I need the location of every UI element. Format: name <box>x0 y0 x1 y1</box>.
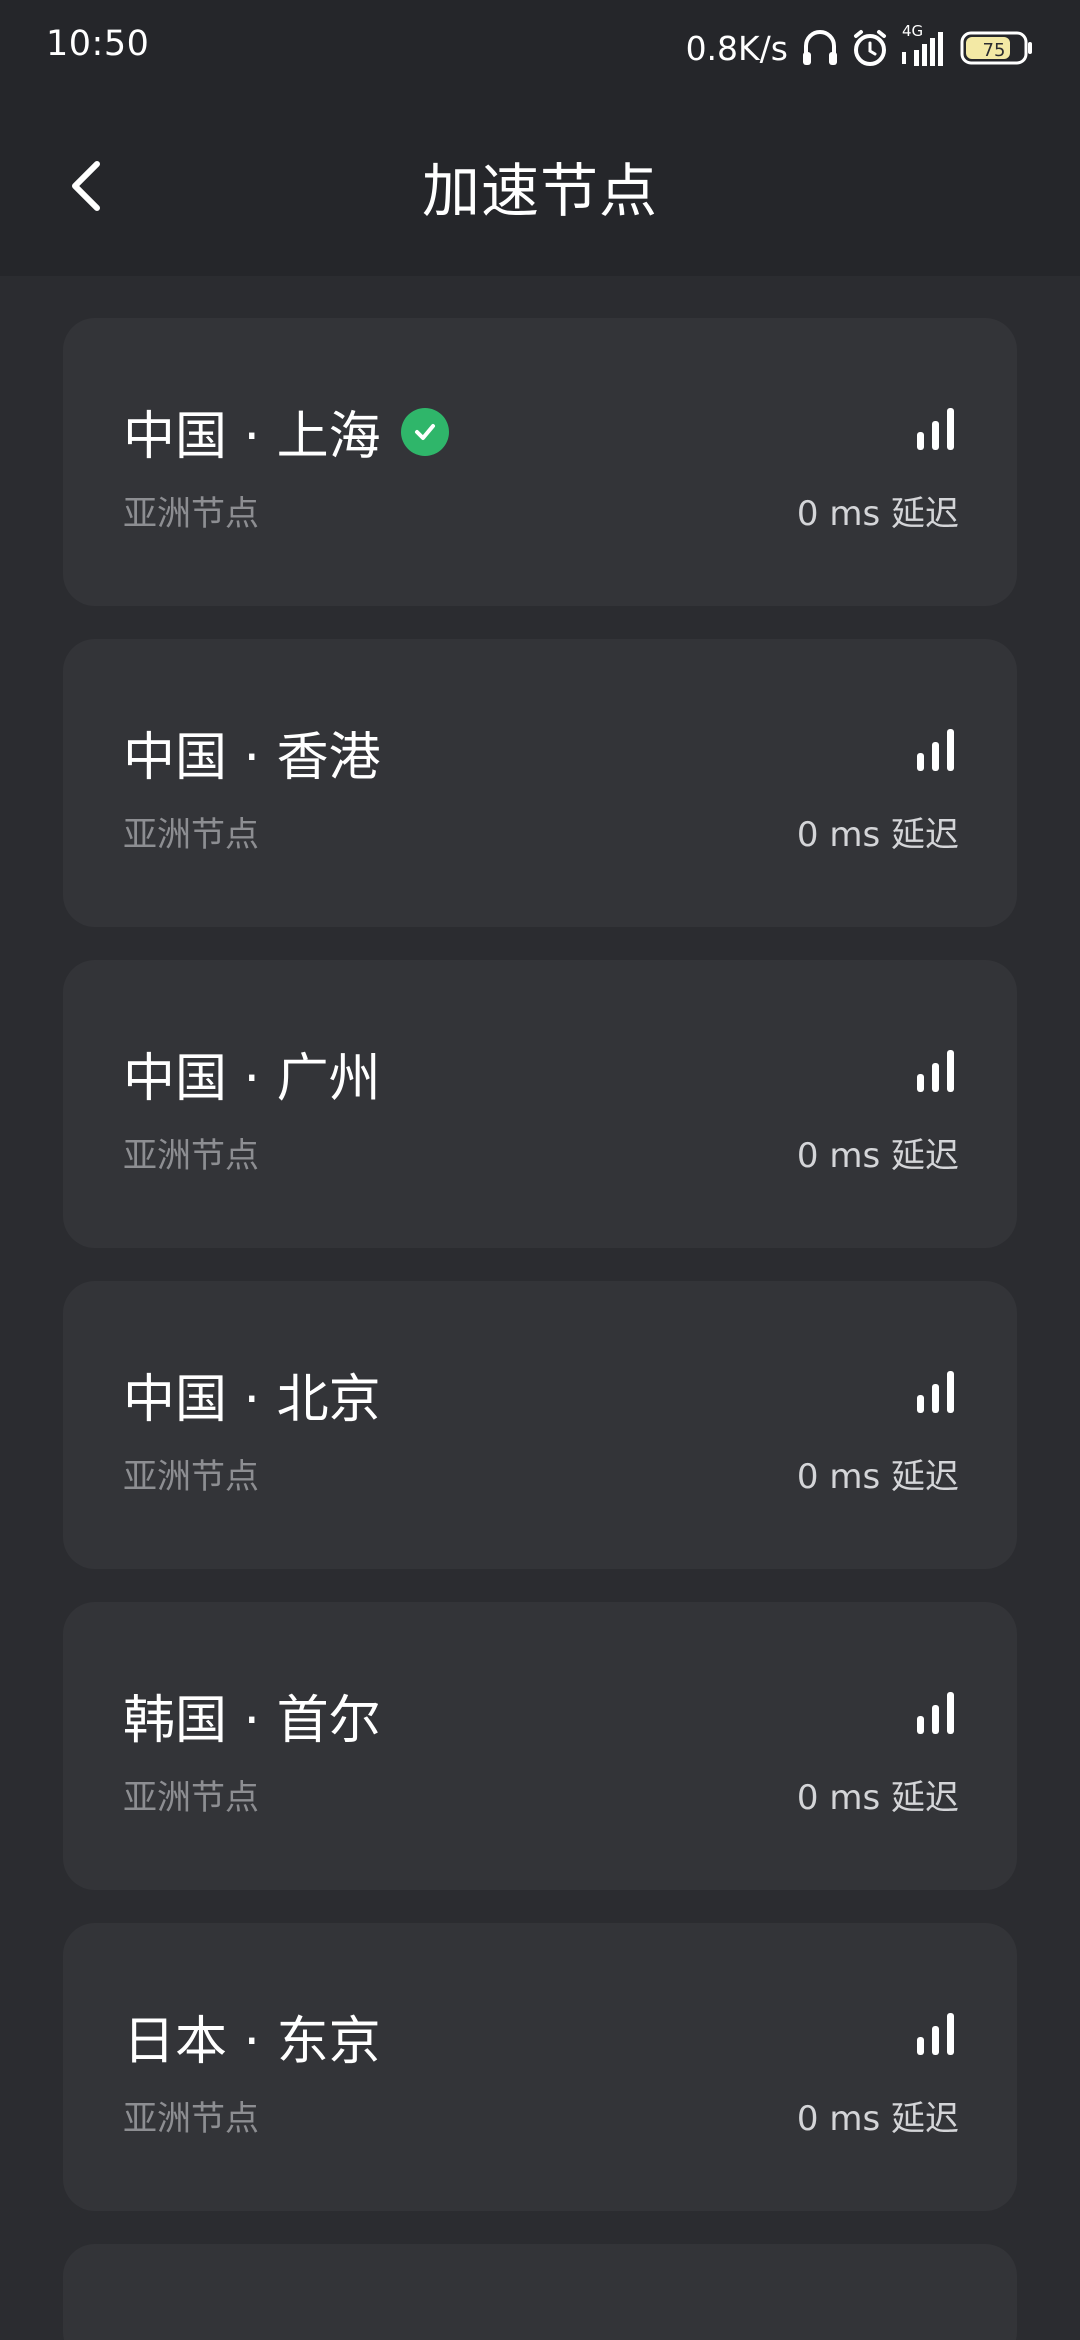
node-latency: 0 ms 延迟 <box>796 1136 959 1176</box>
node-card-guangzhou[interactable]: 中国 · 广州 亚洲节点 0 ms 延迟 <box>63 960 1017 1248</box>
node-name: 中国 · 上海 <box>123 407 381 467</box>
node-name: 日本 · 东京 <box>123 2012 381 2072</box>
node-latency: 0 ms 延迟 <box>796 815 959 855</box>
node-region: 亚洲节点 <box>123 1136 259 1176</box>
node-latency: 0 ms 延迟 <box>796 494 959 534</box>
selected-check-icon <box>400 407 449 456</box>
status-icons: 0.8K/s 4G 75 <box>686 22 1034 74</box>
net-speed: 0.8K/s <box>685 28 788 68</box>
node-latency: 0 ms 延迟 <box>796 1778 959 1818</box>
node-name: 中国 · 香港 <box>123 728 381 788</box>
node-name-row: 韩国 · 首尔 <box>123 1678 381 1753</box>
node-name-row: 中国 · 香港 <box>123 715 381 790</box>
header: 加速节点 <box>0 96 1080 276</box>
status-bar: 10:50 0.8K/s 4G 75 <box>0 0 1080 96</box>
alarm-icon <box>850 26 890 70</box>
node-card-hongkong[interactable]: 中国 · 香港 亚洲节点 0 ms 延迟 <box>63 639 1017 927</box>
node-name-row: 日本 · 东京 <box>123 1999 381 2074</box>
node-card-beijing[interactable]: 中国 · 北京 亚洲节点 0 ms 延迟 <box>63 1281 1017 1569</box>
node-card-partial[interactable] <box>63 2244 1017 2340</box>
node-name-row: 中国 · 北京 <box>123 1357 381 1432</box>
page-title: 加速节点 <box>421 157 658 225</box>
screen: 10:50 0.8K/s 4G 75 加速节点 中国 · 上海 亚洲节点 0 m… <box>0 0 1080 2340</box>
node-list: 中国 · 上海 亚洲节点 0 ms 延迟 中国 · 香港 亚洲节点 0 ms 延… <box>63 318 1017 2340</box>
status-time: 10:50 <box>46 24 150 64</box>
network-type: 4G <box>902 22 924 40</box>
node-name-row: 中国 · 上海 <box>123 394 449 469</box>
signal-strength-icon <box>917 1371 954 1413</box>
node-name-row: 中国 · 广州 <box>123 1036 381 1111</box>
signal-strength-icon <box>917 408 954 450</box>
node-name: 中国 · 广州 <box>123 1049 381 1109</box>
node-name: 韩国 · 首尔 <box>123 1691 381 1751</box>
signal-strength-icon <box>917 1050 954 1092</box>
node-name: 中国 · 北京 <box>123 1370 381 1430</box>
node-region: 亚洲节点 <box>123 1778 259 1818</box>
signal-strength-icon <box>917 2013 954 2055</box>
cellular-signal-icon: 4G <box>900 22 950 70</box>
battery-icon: 75 <box>960 28 1034 68</box>
node-card-seoul[interactable]: 韩国 · 首尔 亚洲节点 0 ms 延迟 <box>63 1602 1017 1890</box>
svg-text:75: 75 <box>983 40 1006 61</box>
node-list-container[interactable]: 中国 · 上海 亚洲节点 0 ms 延迟 中国 · 香港 亚洲节点 0 ms 延… <box>0 276 1080 2340</box>
signal-strength-icon <box>917 729 954 771</box>
node-region: 亚洲节点 <box>123 815 259 855</box>
node-latency: 0 ms 延迟 <box>796 2099 959 2139</box>
node-region: 亚洲节点 <box>123 494 259 534</box>
node-card-shanghai[interactable]: 中国 · 上海 亚洲节点 0 ms 延迟 <box>63 318 1017 606</box>
headset-icon <box>800 26 840 70</box>
node-latency: 0 ms 延迟 <box>796 1457 959 1497</box>
node-region: 亚洲节点 <box>123 2099 259 2139</box>
node-region: 亚洲节点 <box>123 1457 259 1497</box>
node-card-tokyo[interactable]: 日本 · 东京 亚洲节点 0 ms 延迟 <box>63 1923 1017 2211</box>
signal-strength-icon <box>917 1692 954 1734</box>
